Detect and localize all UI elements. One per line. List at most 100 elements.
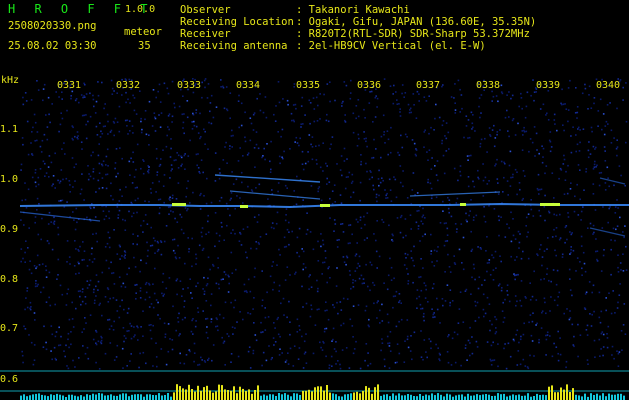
noise-dot xyxy=(423,96,426,98)
noise-dot xyxy=(36,139,38,142)
noise-dot xyxy=(48,113,50,116)
noise-dot xyxy=(606,166,609,169)
noise-dot xyxy=(380,156,382,159)
noise-dot xyxy=(84,317,86,319)
noise-dot xyxy=(179,362,182,364)
noise-dot xyxy=(537,189,540,191)
histogram-bar xyxy=(485,394,487,400)
noise-dot xyxy=(612,290,614,292)
noise-dot xyxy=(427,181,429,184)
histogram-bar xyxy=(149,394,151,400)
noise-dot xyxy=(379,322,381,324)
noise-dot xyxy=(451,337,454,340)
noise-dot xyxy=(500,289,503,292)
noise-dot xyxy=(301,285,303,288)
noise-dot xyxy=(85,123,87,126)
noise-dot xyxy=(420,308,422,310)
noise-dot xyxy=(420,289,423,292)
noise-dot xyxy=(121,94,123,96)
noise-dot xyxy=(581,274,583,276)
noise-dot xyxy=(357,133,360,136)
noise-dot xyxy=(518,105,520,108)
noise-dot xyxy=(416,297,418,300)
histogram-bar xyxy=(128,396,130,400)
noise-dot xyxy=(336,267,338,269)
noise-dot xyxy=(527,231,529,234)
signal-trace-far-right xyxy=(589,227,626,237)
noise-dot xyxy=(85,114,87,116)
noise-dot xyxy=(559,337,561,339)
noise-dot xyxy=(473,216,475,219)
noise-dot xyxy=(545,334,547,337)
noise-dot xyxy=(270,168,272,171)
noise-dot xyxy=(497,100,499,103)
noise-dot xyxy=(408,111,411,114)
noise-dot xyxy=(401,92,403,95)
y-tick-label: 1.1 xyxy=(0,124,19,135)
noise-dot xyxy=(72,211,74,213)
noise-dot xyxy=(92,233,94,235)
noise-dot xyxy=(176,152,178,154)
noise-dot xyxy=(498,234,500,237)
noise-dot xyxy=(553,213,555,216)
noise-dot xyxy=(78,250,80,252)
noise-dot xyxy=(333,219,336,221)
noise-dot xyxy=(587,363,589,365)
noise-dot xyxy=(600,171,603,174)
noise-dot xyxy=(605,120,608,123)
noise-dot xyxy=(522,358,525,361)
histogram-bar xyxy=(398,393,400,400)
noise-dot xyxy=(77,138,79,140)
noise-dot xyxy=(132,132,134,134)
histogram-bar xyxy=(314,387,316,400)
noise-dot xyxy=(133,176,136,178)
receiver-value: : R820T2(RTL-SDR) SDR-Sharp 53.372MHz xyxy=(296,28,530,40)
noise-dot xyxy=(77,261,79,264)
noise-dot xyxy=(328,367,331,369)
noise-dot xyxy=(308,288,310,290)
noise-dot xyxy=(83,258,85,261)
noise-dot xyxy=(36,209,38,211)
noise-dot xyxy=(382,179,384,182)
noise-dot xyxy=(163,322,166,325)
noise-dot xyxy=(572,126,574,128)
noise-dot xyxy=(482,308,485,311)
noise-dot xyxy=(426,151,428,153)
noise-dot xyxy=(56,278,58,280)
noise-dot xyxy=(279,348,281,350)
noise-dot xyxy=(223,340,226,343)
noise-dot xyxy=(278,155,281,158)
noise-dot xyxy=(247,152,250,154)
noise-dot xyxy=(460,364,462,367)
noise-dot xyxy=(523,131,526,133)
noise-dot xyxy=(95,191,97,193)
histogram-bar xyxy=(239,386,241,400)
noise-dot xyxy=(606,346,609,349)
noise-dot xyxy=(404,340,406,342)
noise-dot xyxy=(160,112,163,114)
noise-dot xyxy=(418,93,420,95)
noise-dot xyxy=(500,260,502,263)
noise-dot xyxy=(517,273,519,276)
noise-dot xyxy=(105,155,108,158)
x-tick-label: 0338 xyxy=(476,80,501,91)
noise-dot xyxy=(187,155,190,157)
noise-dot xyxy=(358,277,361,280)
noise-dot xyxy=(187,208,189,210)
noise-dot xyxy=(97,154,100,157)
noise-dot xyxy=(594,209,597,211)
noise-dot xyxy=(593,163,596,166)
noise-dot xyxy=(298,325,301,327)
noise-dot xyxy=(72,126,74,129)
noise-dot xyxy=(396,343,399,345)
noise-dot xyxy=(198,363,201,366)
noise-dot xyxy=(413,331,416,334)
noise-dot xyxy=(502,321,505,323)
noise-dot xyxy=(302,367,305,369)
noise-dot xyxy=(444,135,446,137)
noise-dot xyxy=(593,310,595,313)
noise-dot xyxy=(404,92,407,94)
noise-dot xyxy=(233,306,235,309)
noise-dot xyxy=(177,167,180,169)
noise-dot xyxy=(406,197,409,199)
